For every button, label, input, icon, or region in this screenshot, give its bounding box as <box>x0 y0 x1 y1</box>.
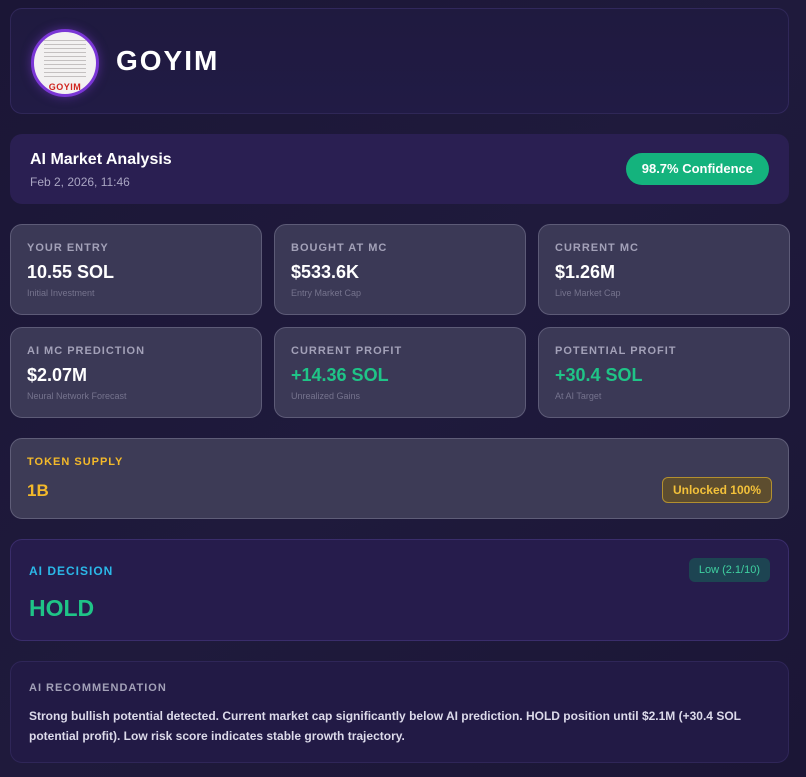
stat-sub: Neural Network Forecast <box>27 391 127 401</box>
stat-sub: Initial Investment <box>27 288 95 298</box>
analysis-title: AI Market Analysis <box>30 151 172 168</box>
stat-label: YOUR ENTRY <box>27 242 109 254</box>
stat-value: $1.26M <box>555 262 616 282</box>
logo-text: GOYIM <box>48 82 82 92</box>
analysis-date: Feb 2, 2026, 11:46 <box>30 175 130 189</box>
stat-value: $2.07M <box>27 365 88 385</box>
stat-current-mc: CURRENT MC $1.26M Live Market Cap <box>538 224 790 315</box>
stat-your-entry: YOUR ENTRY 10.55 SOL Initial Investment <box>10 224 262 315</box>
stat-label: CURRENT PROFIT <box>291 345 403 357</box>
stat-ai-mc-prediction: AI MC PREDICTION $2.07M Neural Network F… <box>10 327 262 418</box>
stat-label: CURRENT MC <box>555 242 639 254</box>
stat-value: +30.4 SOL <box>555 365 643 385</box>
decision-value: HOLD <box>29 595 95 621</box>
recommendation-text: Strong bullish potential detected. Curre… <box>29 709 741 743</box>
decision-label: AI DECISION <box>29 564 114 578</box>
analysis-header: AI Market Analysis Feb 2, 2026, 11:46 98… <box>10 134 789 204</box>
ai-decision-card: AI DECISION HOLD Low (2.1/10) <box>10 539 789 641</box>
stat-value: 10.55 SOL <box>27 262 115 282</box>
stat-value: +14.36 SOL <box>291 365 389 385</box>
stat-value: $533.6K <box>291 262 360 282</box>
risk-badge: Low (2.1/10) <box>688 558 770 582</box>
page: GOYIM GOYIM AI Market Analysis Feb 2, 20… <box>0 0 806 777</box>
token-supply-card: TOKEN SUPPLY 1B Unlocked 100% <box>10 438 789 519</box>
ai-recommendation-card: AI RECOMMENDATION Strong bullish potenti… <box>10 661 789 763</box>
stat-bought-at-mc: BOUGHT AT MC $533.6K Entry Market Cap <box>274 224 526 315</box>
recommendation-label: AI RECOMMENDATION <box>29 682 167 694</box>
stat-sub: Live Market Cap <box>555 288 621 298</box>
token-title: GOYIM <box>116 45 220 76</box>
header: GOYIM GOYIM <box>10 8 789 114</box>
stat-label: AI MC PREDICTION <box>27 345 146 357</box>
stat-label: BOUGHT AT MC <box>291 242 388 254</box>
supply-value: 1B <box>27 481 49 500</box>
stat-sub: Unrealized Gains <box>291 391 361 401</box>
stat-potential-profit: POTENTIAL PROFIT +30.4 SOL At AI Target <box>538 327 790 418</box>
logo-image <box>44 40 86 78</box>
token-logo: GOYIM <box>31 29 99 97</box>
stat-current-profit: CURRENT PROFIT +14.36 SOL Unrealized Gai… <box>274 327 526 418</box>
confidence-badge: 98.7% Confidence <box>625 153 769 185</box>
stat-sub: Entry Market Cap <box>291 288 362 298</box>
stat-label: POTENTIAL PROFIT <box>555 345 677 357</box>
stat-sub: At AI Target <box>555 391 602 401</box>
supply-label: TOKEN SUPPLY <box>27 456 124 468</box>
unlocked-badge: Unlocked 100% <box>661 477 772 503</box>
